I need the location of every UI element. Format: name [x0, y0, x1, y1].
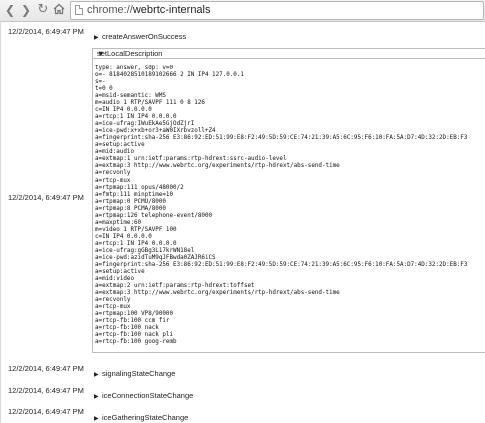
timestamp: 12/2/2014, 6:49:47 PM [8, 27, 84, 36]
timestamp: 12/2/2014, 6:49:47 PM [8, 386, 84, 395]
timestamp: 12/2/2014, 6:49:47 PM [8, 407, 84, 416]
reload-icon[interactable]: ↻ [36, 3, 50, 17]
forward-arrow-icon[interactable]: ❯ [19, 3, 33, 17]
event-name: createAnswerOnSuccess [102, 32, 187, 41]
triangle-right-icon: ▶ [94, 35, 99, 41]
url-scheme: chrome:// [87, 4, 133, 16]
home-icon[interactable] [52, 3, 66, 17]
timestamp: 12/2/2014, 6:49:47 PM [8, 364, 84, 373]
sdp-text: type: answer, sdp: v=0 o=- 8184028510189… [95, 65, 468, 346]
triangle-right-icon: ▶ [94, 416, 99, 422]
event-toggle[interactable]: ▶ signalingStateChange [94, 369, 175, 380]
event-name: setLocalDescription [97, 49, 163, 58]
browser-toolbar: ❮ ❯ ↻ chrome://webrtc-internals [0, 0, 485, 22]
event-name: iceGatheringStateChange [102, 413, 189, 422]
event-name: signalingStateChange [102, 369, 176, 378]
event-toggle[interactable]: ▶ createAnswerOnSuccess [94, 32, 186, 43]
timestamp: 12/2/2014, 6:49:47 PM [8, 193, 84, 202]
url-text: chrome://webrtc-internals [87, 3, 211, 17]
url-host: webrtc-internals [132, 4, 211, 16]
back-arrow-icon[interactable]: ❮ [3, 3, 17, 17]
event-toggle[interactable]: ▶ iceConnectionStateChange [94, 391, 193, 402]
address-bar[interactable]: chrome://webrtc-internals [70, 1, 484, 20]
page-icon [75, 5, 83, 15]
triangle-right-icon: ▶ [94, 372, 99, 378]
event-name: iceConnectionStateChange [102, 391, 194, 400]
event-toggle[interactable]: ▼ setLocalDescription [93, 49, 485, 59]
triangle-right-icon: ▶ [94, 394, 99, 400]
divider [0, 22, 1, 423]
page-content: 12/2/2014, 6:49:47 PM ▶ createAnswerOnSuc… [0, 22, 485, 423]
event-toggle[interactable]: ▶ iceGatheringStateChange [94, 413, 188, 423]
event-details: ▼ setLocalDescription type: answer, sdp: … [92, 48, 485, 353]
